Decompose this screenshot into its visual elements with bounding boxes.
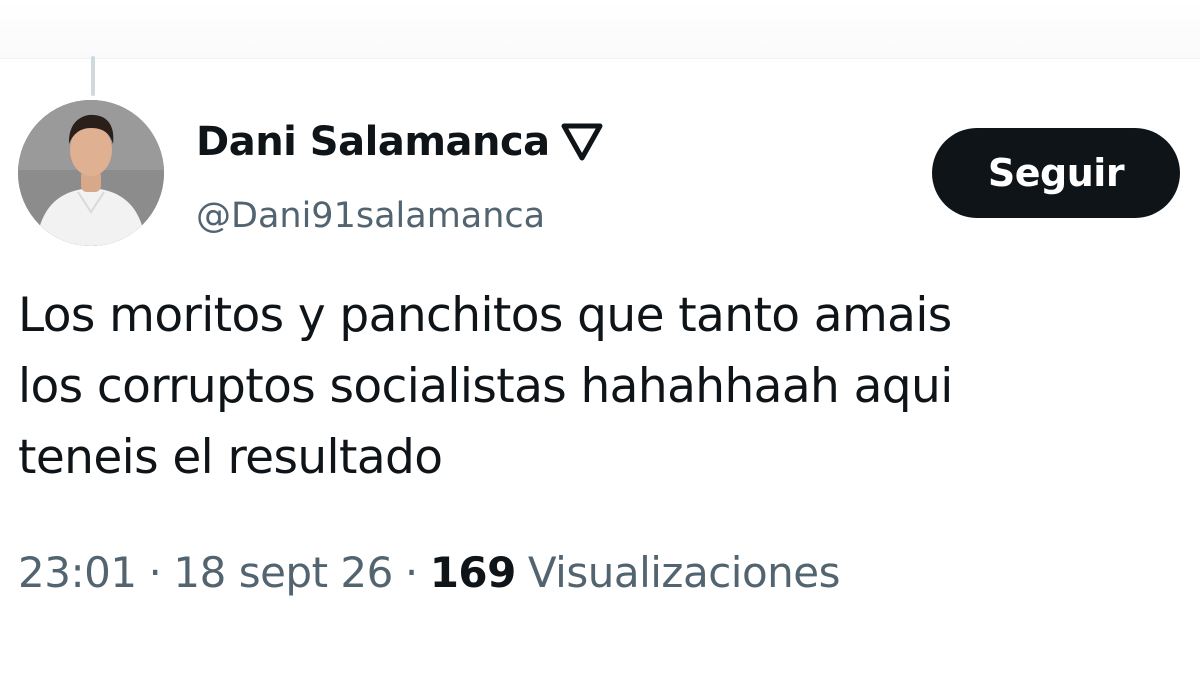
views-label[interactable]: Visualizaciones bbox=[528, 548, 841, 597]
tweet-date[interactable]: 18 sept 26 bbox=[173, 548, 393, 597]
tweet-text-line: teneis el resultado bbox=[18, 430, 443, 485]
follow-button[interactable]: Seguir bbox=[932, 128, 1180, 218]
tweet-text-line: los corruptos socialistas hahahhaah aqui bbox=[18, 359, 953, 414]
author-handle[interactable]: @Dani91salamanca bbox=[196, 196, 545, 236]
tweet-text: Los moritos y panchitos que tanto amais … bbox=[18, 280, 1188, 493]
tweet-text-line: Los moritos y panchitos que tanto amais bbox=[18, 288, 952, 343]
author-display-name[interactable]: Dani Salamanca bbox=[196, 119, 550, 165]
tweet-page: Dani Salamanca @Dani91salamanca Seguir L… bbox=[0, 0, 1200, 675]
separator-dot: · bbox=[148, 547, 162, 597]
separator-dot: · bbox=[404, 547, 418, 597]
views-count[interactable]: 169 bbox=[430, 548, 528, 597]
previous-tweet-edge bbox=[0, 0, 1200, 59]
thread-connector-line bbox=[91, 56, 95, 96]
triangle-down-icon bbox=[560, 122, 604, 162]
avatar[interactable] bbox=[18, 100, 164, 246]
avatar-photo bbox=[18, 100, 164, 246]
tweet-time[interactable]: 23:01 bbox=[18, 548, 137, 597]
tweet-metadata: 23:01 · 18 sept 26 · 169 Visualizaciones bbox=[18, 542, 841, 602]
author-name-row: Dani Salamanca bbox=[196, 112, 604, 172]
